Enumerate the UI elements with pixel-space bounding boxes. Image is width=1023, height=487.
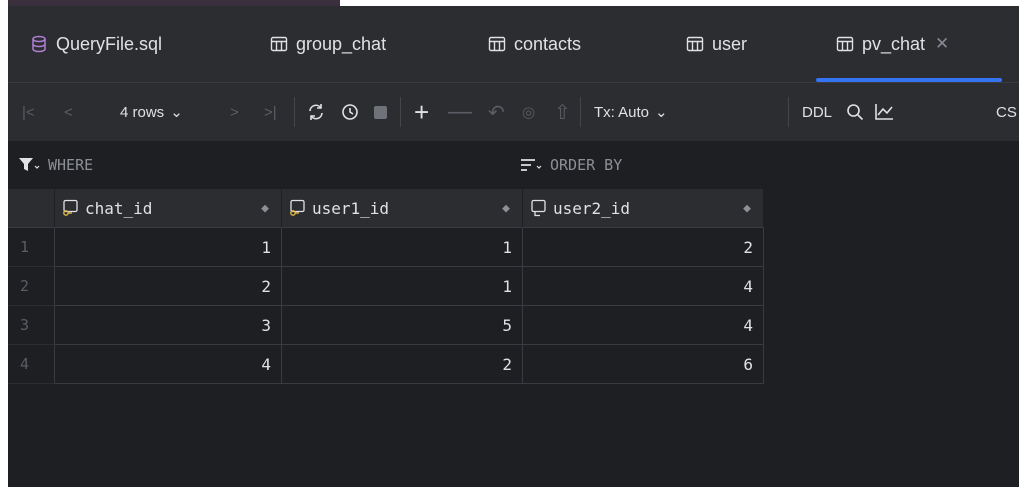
- sort-toggle-icon[interactable]: ◆: [502, 201, 510, 216]
- tab-label: pv_chat: [862, 33, 926, 54]
- csv-label: CS: [996, 103, 1017, 121]
- table-icon: [686, 36, 704, 52]
- reload-icon[interactable]: [306, 83, 326, 141]
- revert-icon[interactable]: ↶: [488, 83, 505, 141]
- sort-icon: [521, 159, 542, 171]
- table-row: 1 1 1 2: [8, 227, 764, 267]
- where-label: WHERE: [48, 156, 94, 174]
- toolbar-separator: [580, 97, 581, 127]
- csv-export-button[interactable]: CS: [996, 83, 1017, 141]
- first-page-icon[interactable]: |<: [22, 83, 35, 141]
- next-page-icon[interactable]: >: [230, 83, 239, 141]
- table-row: 2 2 1 4: [8, 266, 764, 306]
- preview-changes-icon[interactable]: ◎: [522, 83, 535, 141]
- table-cell[interactable]: 3: [54, 305, 282, 345]
- table-cell[interactable]: 4: [522, 266, 764, 306]
- filter-bar: WHERE ORDER BY: [8, 141, 1019, 189]
- row-number: 4: [8, 344, 55, 384]
- chevron-down-icon: ⌄: [170, 104, 183, 121]
- tab-pv-chat[interactable]: pv_chat ✕: [816, 6, 1002, 82]
- stop-icon[interactable]: [374, 83, 387, 141]
- column-header-chat-id[interactable]: chat_id ◆: [54, 189, 282, 228]
- column-icon: [531, 199, 546, 217]
- data-editor-toolbar: |< < 4 rows ⌄ > >| + — ↶ ◎ ⇧ Tx: Auto ⌄ …: [8, 82, 1019, 142]
- window-frame-left: [0, 0, 8, 487]
- tab-label: contacts: [514, 33, 582, 54]
- table-cell[interactable]: 2: [522, 227, 764, 267]
- table-cell[interactable]: 1: [281, 227, 523, 267]
- table-cell[interactable]: 1: [281, 266, 523, 306]
- editor-tab-bar: QueryFile.sql group_chat contacts user p…: [8, 6, 1019, 83]
- sort-toggle-icon[interactable]: ◆: [743, 201, 751, 216]
- toolbar-separator: [294, 97, 295, 127]
- sort-toggle-icon[interactable]: ◆: [261, 201, 269, 216]
- toolbar-separator: [788, 97, 789, 127]
- row-number-header: [8, 189, 55, 228]
- transaction-mode-label: Tx: Auto: [594, 103, 650, 121]
- column-name: user1_id: [312, 198, 390, 218]
- history-icon[interactable]: [340, 83, 360, 141]
- last-page-icon[interactable]: >|: [264, 83, 277, 141]
- order-by-filter[interactable]: ORDER BY: [520, 141, 622, 189]
- filter-icon: [19, 158, 40, 171]
- close-icon[interactable]: ✕: [935, 34, 949, 54]
- table-cell[interactable]: 4: [522, 305, 764, 345]
- row-number: 2: [8, 266, 55, 306]
- rows-count-dropdown[interactable]: 4 rows ⌄: [120, 83, 183, 141]
- search-icon[interactable]: [846, 83, 864, 141]
- table-row: 4 4 2 6: [8, 344, 764, 384]
- delete-row-icon[interactable]: —: [448, 83, 472, 141]
- table-cell[interactable]: 6: [522, 344, 764, 384]
- table-cell[interactable]: 1: [54, 227, 282, 267]
- header-row: chat_id ◆ user1_id ◆ user2_id ◆: [8, 189, 764, 228]
- chart-icon[interactable]: [874, 83, 894, 141]
- table-icon: [836, 36, 854, 52]
- table-cell[interactable]: 4: [54, 344, 282, 384]
- window-frame-right: [1019, 0, 1023, 487]
- transaction-mode-dropdown[interactable]: Tx: Auto ⌄: [594, 83, 668, 141]
- submit-icon[interactable]: ⇧: [554, 83, 571, 141]
- tab-user[interactable]: user: [686, 6, 747, 82]
- column-name: user2_id: [553, 198, 631, 218]
- table-icon: [488, 36, 506, 52]
- result-table: chat_id ◆ user1_id ◆ user2_id ◆ 1 1 1 2 …: [8, 189, 764, 384]
- where-filter[interactable]: WHERE: [18, 141, 93, 189]
- row-number: 1: [8, 227, 55, 267]
- column-name: chat_id: [85, 198, 153, 218]
- column-header-user2-id[interactable]: user2_id ◆: [522, 189, 764, 228]
- toolbar-separator: [400, 97, 401, 127]
- table-cell[interactable]: 5: [281, 305, 523, 345]
- tab-queryfile[interactable]: QueryFile.sql: [30, 6, 162, 82]
- add-row-icon[interactable]: +: [414, 83, 429, 141]
- tab-label: QueryFile.sql: [56, 33, 163, 54]
- data-grid: chat_id ◆ user1_id ◆ user2_id ◆ 1 1 1 2 …: [8, 189, 764, 384]
- row-number: 3: [8, 305, 55, 345]
- previous-page-icon[interactable]: <: [64, 83, 73, 141]
- database-icon: [32, 35, 46, 53]
- ddl-button[interactable]: DDL: [802, 83, 832, 141]
- key-column-icon: [290, 199, 305, 216]
- table-cell[interactable]: 2: [54, 266, 282, 306]
- tab-contacts[interactable]: contacts: [488, 6, 581, 82]
- column-header-user1-id[interactable]: user1_id ◆: [281, 189, 523, 228]
- table-row: 3 3 5 4: [8, 305, 764, 345]
- table-icon: [270, 36, 288, 52]
- ddl-label: DDL: [802, 103, 833, 121]
- key-column-icon: [63, 199, 78, 216]
- chevron-down-icon: ⌄: [655, 104, 668, 121]
- tab-label: user: [712, 33, 748, 54]
- table-cell[interactable]: 2: [281, 344, 523, 384]
- order-by-label: ORDER BY: [550, 156, 623, 174]
- tab-label: group_chat: [296, 33, 387, 54]
- rows-count-label: 4 rows: [120, 103, 165, 121]
- tab-group-chat[interactable]: group_chat: [270, 6, 386, 82]
